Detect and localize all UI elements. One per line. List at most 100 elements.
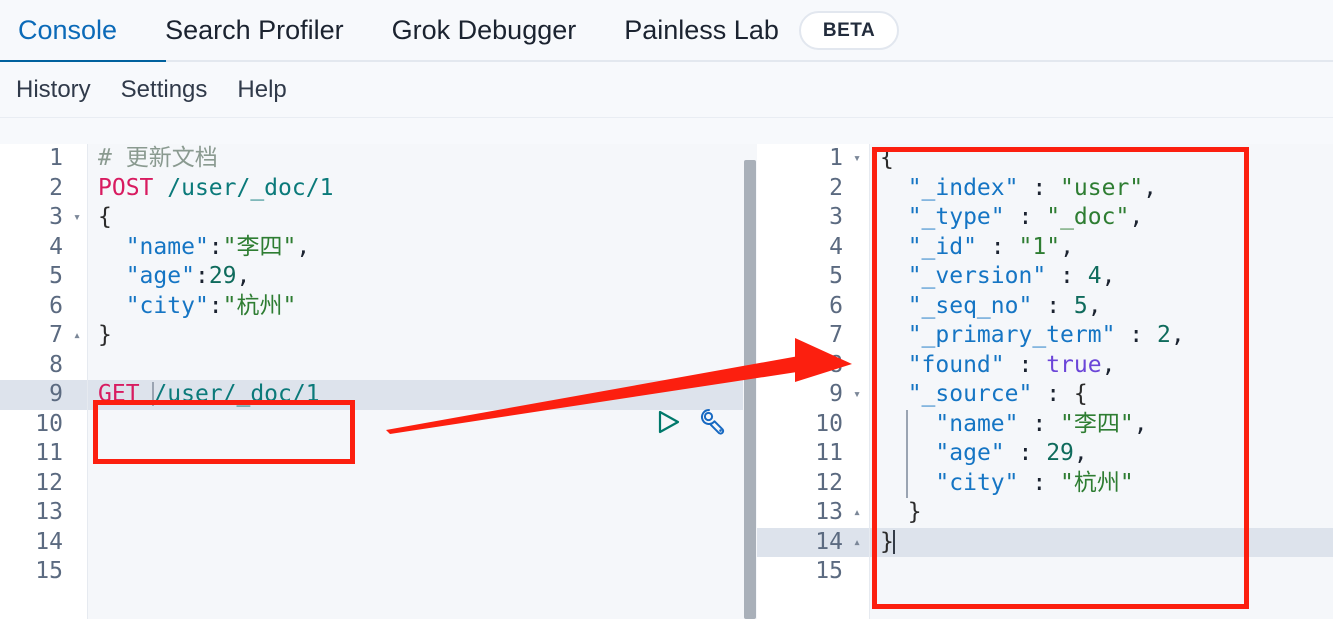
body-value-name: 李四 xyxy=(236,233,283,260)
code-line-blank[interactable] xyxy=(88,557,743,587)
response-key-id: _id xyxy=(921,233,964,260)
response-value-city: 杭州 xyxy=(1073,469,1120,496)
gutter-line: 2 xyxy=(49,174,63,201)
http-method-get: GET xyxy=(98,381,140,407)
body-value-city: 杭州 xyxy=(236,292,283,319)
response-line-seq-no[interactable]: "_seq_no" : 5, xyxy=(870,292,1333,322)
code-line-blank[interactable] xyxy=(88,439,743,469)
tab-grok-debugger[interactable]: Grok Debugger xyxy=(392,0,577,61)
console-page: Console Search Profiler Grok Debugger Pa… xyxy=(0,0,1333,619)
wrench-icon[interactable] xyxy=(697,407,727,437)
response-value-found: true xyxy=(1046,351,1102,378)
code-line-age[interactable]: "age":29, xyxy=(88,262,743,292)
response-key-source: _source xyxy=(921,381,1019,407)
request-editor-pane[interactable]: 1 2 3 ▾ 4 5 6 7 ▴ 8 9 10 11 12 13 14 15 # … xyxy=(0,144,743,619)
gutter-line: 1 ▾ xyxy=(757,144,869,174)
gutter-line: 2 xyxy=(829,174,843,201)
code-line-name[interactable]: "name":"李四", xyxy=(88,233,743,263)
response-line-found[interactable]: "found" : true, xyxy=(870,351,1333,381)
response-line-version[interactable]: "_version" : 4, xyxy=(870,262,1333,292)
code-line-blank[interactable] xyxy=(88,528,743,558)
response-value-id: 1 xyxy=(1032,233,1047,260)
tab-console[interactable]: Console xyxy=(18,0,117,61)
response-editor-pane[interactable]: 1 ▾ 2 3 4 5 6 7 8 9 ▾ 10 11 12 13 ▴ 14 ▴ 15 … xyxy=(757,144,1333,619)
response-code-area[interactable]: { "_index" : "user", "_type" : "_doc", "… xyxy=(870,144,1333,619)
response-key-type: _type xyxy=(921,204,991,230)
response-line-source-age[interactable]: "age" : 29, xyxy=(870,439,1333,469)
response-line-close-source[interactable]: } xyxy=(870,498,1333,528)
response-line-id[interactable]: "_id" : "1", xyxy=(870,233,1333,263)
response-line-index[interactable]: "_index" : "user", xyxy=(870,174,1333,204)
fold-expand-icon[interactable]: ▴ xyxy=(853,498,861,528)
code-line-open-brace[interactable]: { xyxy=(88,203,743,233)
tab-search-profiler[interactable]: Search Profiler xyxy=(165,0,344,61)
fold-collapse-icon[interactable]: ▾ xyxy=(73,203,81,233)
gutter-line: 10 xyxy=(815,410,843,437)
response-line-blank[interactable] xyxy=(870,557,1333,587)
response-key-seq-no: _seq_no xyxy=(921,292,1019,319)
response-line-primary-term[interactable]: "_primary_term" : 2, xyxy=(870,321,1333,351)
request-path-get: /user/_doc/1 xyxy=(153,381,320,407)
response-key-age: age xyxy=(949,440,991,466)
request-actions[interactable] xyxy=(655,407,727,437)
gutter-line-active: 14 ▴ xyxy=(757,527,869,558)
beta-badge: BETA xyxy=(798,10,900,50)
gutter-line: 8 xyxy=(829,351,843,378)
fold-expand-icon[interactable]: ▴ xyxy=(853,528,861,558)
request-gutter: 1 2 3 ▾ 4 5 6 7 ▴ 8 9 10 11 12 13 14 15 xyxy=(0,144,88,619)
response-value-type: _doc xyxy=(1060,204,1116,230)
code-line-get-active[interactable]: GET /user/_doc/1 xyxy=(88,380,743,410)
response-value-primary-term: 2 xyxy=(1156,322,1171,348)
response-key-city: city xyxy=(949,469,1005,496)
gutter-line: 8 xyxy=(49,351,63,378)
gutter-line: 6 xyxy=(829,292,843,319)
gutter-line: 13 xyxy=(35,499,63,525)
response-line-source-city[interactable]: "city" : "杭州" xyxy=(870,469,1333,499)
tab-painless-lab[interactable]: Painless Lab xyxy=(624,0,779,61)
fold-collapse-icon[interactable]: ▾ xyxy=(853,144,861,174)
gutter-line: 9 ▾ xyxy=(757,380,869,410)
code-line-close-brace[interactable]: } xyxy=(88,321,743,351)
response-line-type[interactable]: "_type" : "_doc", xyxy=(870,203,1333,233)
gutter-line: 5 xyxy=(49,263,63,289)
body-value-age: 29 xyxy=(208,263,237,289)
response-line-source[interactable]: "_source" : { xyxy=(870,380,1333,410)
response-key-name: name xyxy=(949,410,1005,437)
code-line-blank[interactable] xyxy=(88,498,743,528)
http-method: POST xyxy=(98,174,154,201)
response-line-close-root-active[interactable]: } xyxy=(870,527,1333,557)
editor-vertical-scrollbar[interactable] xyxy=(744,160,756,619)
gutter-line-active: 9 xyxy=(0,380,87,410)
gutter-line: 4 xyxy=(49,233,63,260)
subnav-item-settings[interactable]: Settings xyxy=(121,76,208,104)
request-path: /user/_doc/1 xyxy=(167,174,334,201)
code-line-blank[interactable] xyxy=(88,469,743,499)
play-icon[interactable] xyxy=(655,409,681,435)
subnav-item-help[interactable]: Help xyxy=(237,76,286,104)
response-line-open-brace[interactable]: { xyxy=(870,144,1333,174)
code-line-blank[interactable] xyxy=(88,351,743,381)
subnav-item-history[interactable]: History xyxy=(16,76,91,104)
code-line-blank[interactable] xyxy=(88,410,743,440)
gutter-line: 13 ▴ xyxy=(757,498,869,528)
code-line-comment[interactable]: # 更新文档 xyxy=(88,144,743,174)
response-line-source-name[interactable]: "name" : "李四", xyxy=(870,410,1333,440)
code-line-post[interactable]: POST /user/_doc/1 xyxy=(88,174,743,204)
gutter-line: 15 xyxy=(35,558,63,584)
gutter-line: 7 xyxy=(829,322,843,348)
gutter-line: 11 xyxy=(35,440,63,466)
response-key-primary-term: _primary_term xyxy=(921,322,1102,348)
gutter-line: 15 xyxy=(815,558,843,584)
body-key-city: city xyxy=(139,292,195,319)
response-value-seq-no: 5 xyxy=(1073,292,1088,319)
gutter-line: 11 xyxy=(815,440,843,466)
fold-collapse-icon[interactable]: ▾ xyxy=(853,380,861,410)
gutter-line: 10 xyxy=(35,410,63,437)
code-line-city[interactable]: "city":"杭州" xyxy=(88,292,743,322)
gutter-line: 3 xyxy=(829,204,843,230)
response-value-version: 4 xyxy=(1087,263,1102,289)
request-code-area[interactable]: # 更新文档 POST /user/_doc/1 { "name":"李四", … xyxy=(88,144,743,619)
gutter-line: 14 xyxy=(35,528,63,555)
fold-expand-icon[interactable]: ▴ xyxy=(73,321,81,351)
gutter-line: 5 xyxy=(829,263,843,289)
